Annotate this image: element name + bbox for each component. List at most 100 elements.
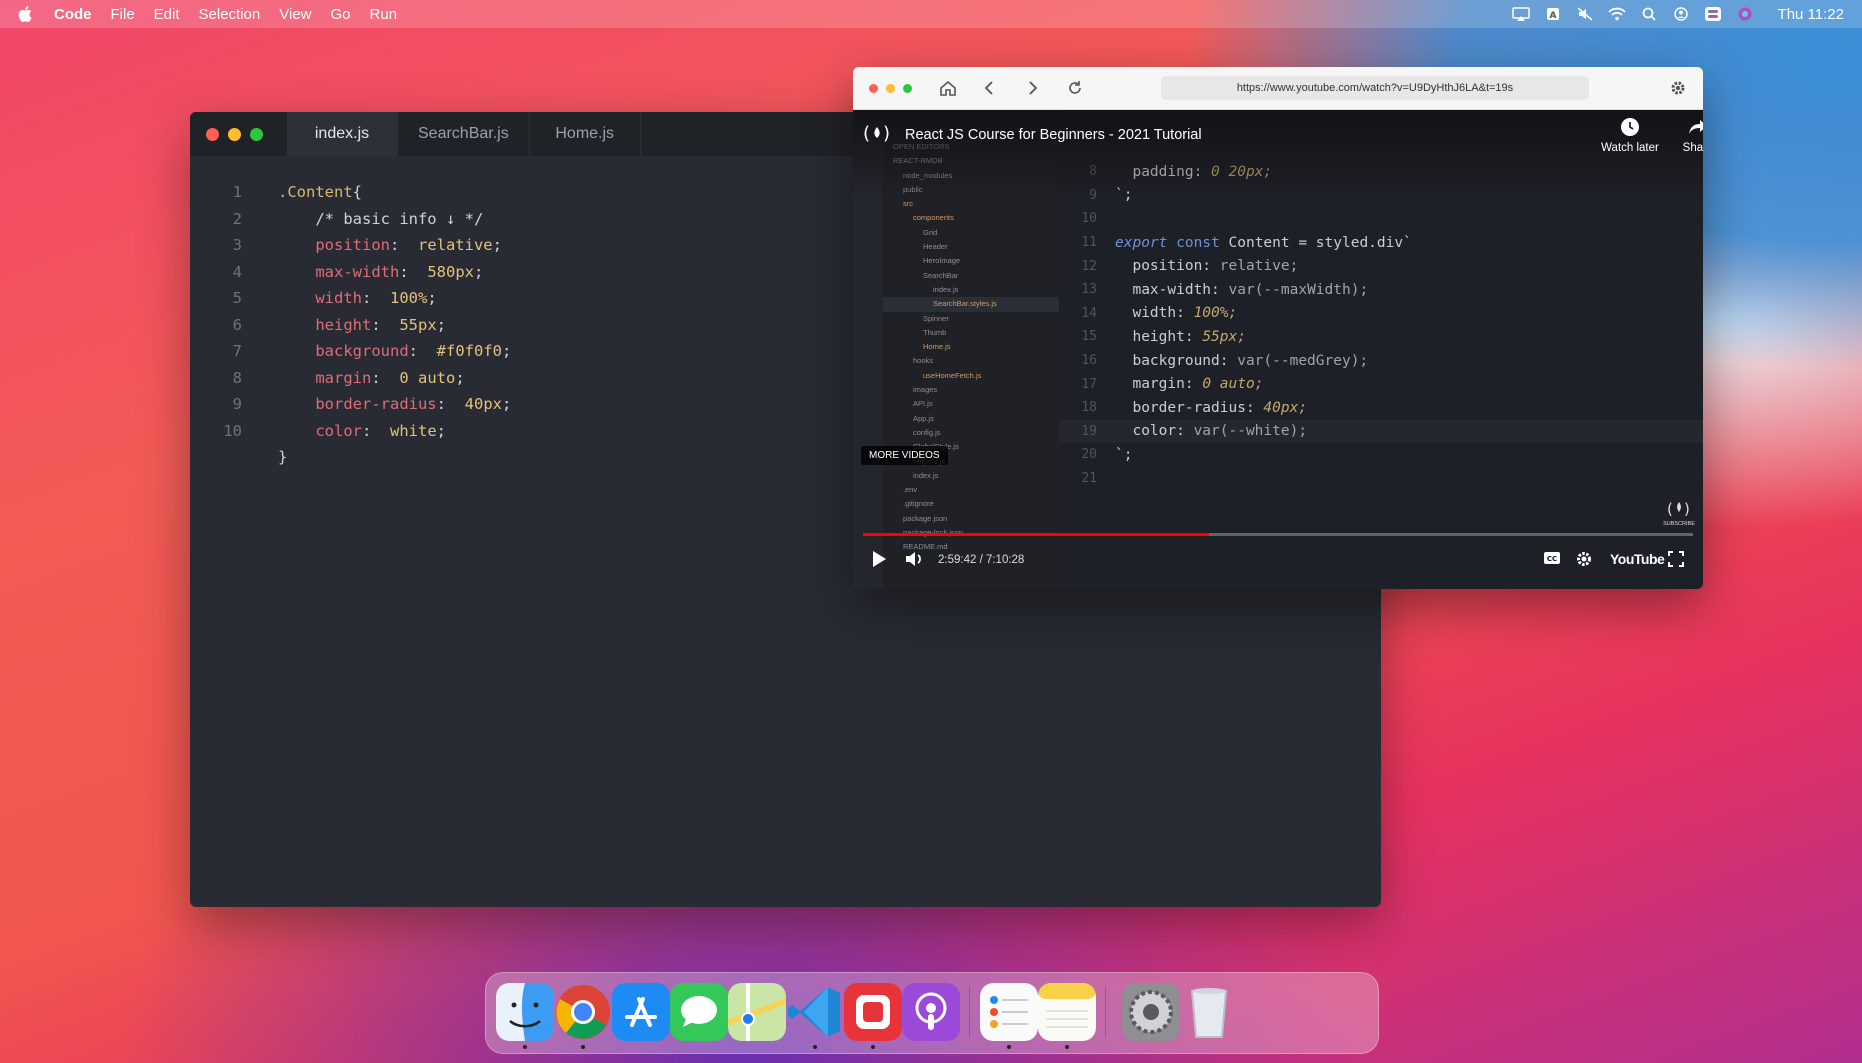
video-progress-bar[interactable] — [863, 533, 1693, 536]
clock-icon — [1621, 118, 1639, 136]
reminders-icon[interactable] — [980, 983, 1038, 1041]
system-preferences-icon[interactable] — [1122, 983, 1180, 1041]
youtube-video-player[interactable]: OPEN EDITORSREACT-RMDBnode_modulespublic… — [853, 110, 1703, 589]
menu-edit[interactable]: Edit — [154, 6, 180, 23]
channel-watermark-icon: () — [1667, 500, 1690, 518]
svg-text:A: A — [1549, 11, 1556, 21]
messages-icon[interactable] — [670, 983, 728, 1041]
zoom-window-button[interactable] — [250, 127, 263, 141]
app-store-icon[interactable] — [612, 983, 670, 1041]
css-property: border-radius — [315, 395, 437, 414]
close-window-button[interactable] — [206, 127, 219, 141]
wifi-icon[interactable] — [1607, 7, 1626, 21]
settings-gear-icon[interactable] — [1669, 79, 1687, 97]
apple-menu-icon[interactable] — [18, 6, 32, 22]
freecodecamp-logo-icon[interactable]: () — [859, 119, 895, 147]
more-videos-button[interactable]: MORE VIDEOS — [861, 446, 948, 465]
video-explorer-item: useHomeFetch.js — [923, 370, 982, 380]
video-title[interactable]: React JS Course for Beginners - 2021 Tut… — [905, 127, 1202, 143]
reload-icon[interactable] — [1066, 79, 1084, 97]
screen-recorder-icon[interactable] — [844, 983, 902, 1041]
video-settings-icon[interactable] — [1575, 550, 1593, 568]
css-selector: .Content — [278, 183, 353, 202]
menu-go[interactable]: Go — [331, 6, 351, 23]
video-time: 2:59:42 / 7:10:28 — [938, 554, 1025, 566]
browser-minimize-button[interactable] — [886, 83, 895, 93]
video-code-line: 11 export const Content = styled.div` — [1081, 234, 1412, 251]
line-number: 1 — [232, 183, 242, 202]
css-value: relative — [417, 236, 493, 255]
back-icon[interactable] — [981, 79, 999, 97]
video-code-line: 19 color: var(--white); — [1059, 419, 1703, 444]
video-explorer-item: Spinner — [923, 313, 949, 323]
video-explorer-item: App.js — [913, 413, 934, 423]
menu-file[interactable]: File — [111, 6, 135, 23]
volume-icon[interactable] — [905, 550, 925, 568]
menu-app-name[interactable]: Code — [54, 6, 92, 23]
youtube-logo[interactable]: YouTube — [1610, 551, 1665, 567]
dock-separator — [969, 987, 970, 1037]
video-title-overlay — [853, 110, 1703, 200]
video-explorer-item: .env — [903, 485, 918, 495]
video-code-line: 15 height: 55px; — [1081, 328, 1246, 345]
podcasts-icon[interactable] — [902, 983, 960, 1041]
video-explorer-item: package.json — [903, 513, 948, 523]
video-progress-fill — [863, 533, 1210, 536]
share-button[interactable]: Share — [1663, 117, 1703, 154]
css-property: width — [315, 289, 362, 308]
watch-later-button[interactable]: Watch later — [1595, 117, 1665, 154]
tab-searchbar-js[interactable]: SearchBar.js — [398, 112, 530, 156]
fullscreen-icon[interactable] — [1667, 550, 1685, 568]
running-indicator — [581, 1045, 585, 1049]
tab-index-js[interactable]: index.js — [287, 112, 398, 156]
home-icon[interactable] — [939, 79, 957, 97]
browser-window: https://www.youtube.com/watch?v=U9DyHthJ… — [853, 67, 1703, 589]
menu-view[interactable]: View — [279, 6, 311, 23]
video-explorer-item: .gitignore — [903, 499, 934, 509]
vscode-icon[interactable] — [786, 983, 844, 1041]
video-explorer-item: hooks — [913, 356, 934, 366]
menu-clock[interactable]: Thu 11:22 — [1778, 6, 1844, 23]
line-number: 8 — [232, 368, 242, 387]
spotlight-search-icon[interactable] — [1640, 7, 1658, 21]
css-value: 0 auto — [399, 368, 456, 387]
browser-zoom-button[interactable] — [903, 83, 912, 93]
play-icon[interactable] — [871, 550, 887, 568]
video-explorer-item: SearchBar.styles.js — [883, 297, 1059, 312]
siri-icon[interactable] — [1736, 7, 1754, 21]
finder-icon[interactable] — [496, 983, 554, 1041]
menu-selection[interactable]: Selection — [199, 6, 261, 23]
control-center-icon[interactable] — [1704, 7, 1722, 21]
code-comment: /* basic info ↓ */ — [315, 209, 484, 228]
mute-icon[interactable] — [1576, 7, 1594, 21]
maps-icon[interactable] — [728, 983, 786, 1041]
subscribe-watermark[interactable]: () SUBSCRIBE — [1663, 497, 1695, 527]
running-indicator — [813, 1045, 817, 1049]
css-property: position — [315, 236, 390, 255]
video-code-line: 14 width: 100%; — [1081, 305, 1238, 322]
chrome-icon[interactable] — [554, 983, 612, 1041]
menu-run[interactable]: Run — [370, 6, 398, 23]
airplay-icon[interactable] — [1511, 7, 1530, 21]
user-icon[interactable] — [1672, 7, 1690, 21]
address-bar[interactable]: https://www.youtube.com/watch?v=U9DyHthJ… — [1161, 76, 1589, 100]
video-code-line: 17 margin: 0 auto; — [1081, 376, 1264, 393]
video-explorer-item: index.js — [913, 470, 939, 480]
css-property: color — [315, 421, 362, 440]
minimize-window-button[interactable] — [228, 127, 241, 141]
input-source-icon[interactable]: A — [1544, 7, 1562, 21]
browser-close-button[interactable] — [869, 83, 878, 93]
video-explorer-item: Home.js — [923, 342, 951, 352]
svg-text:(: ( — [863, 123, 870, 144]
forward-icon[interactable] — [1023, 79, 1041, 97]
css-value: 100% — [390, 289, 428, 308]
video-explorer-item: index.js — [933, 284, 959, 294]
line-number: 9 — [232, 395, 242, 414]
css-value: 40px — [464, 395, 502, 414]
trash-icon[interactable] — [1180, 983, 1238, 1041]
window-controls — [190, 112, 287, 156]
notes-icon[interactable] — [1038, 983, 1096, 1041]
tab-home-js[interactable]: Home.js — [530, 112, 641, 156]
dock-separator — [1105, 987, 1106, 1037]
captions-icon[interactable]: CC — [1543, 550, 1561, 566]
